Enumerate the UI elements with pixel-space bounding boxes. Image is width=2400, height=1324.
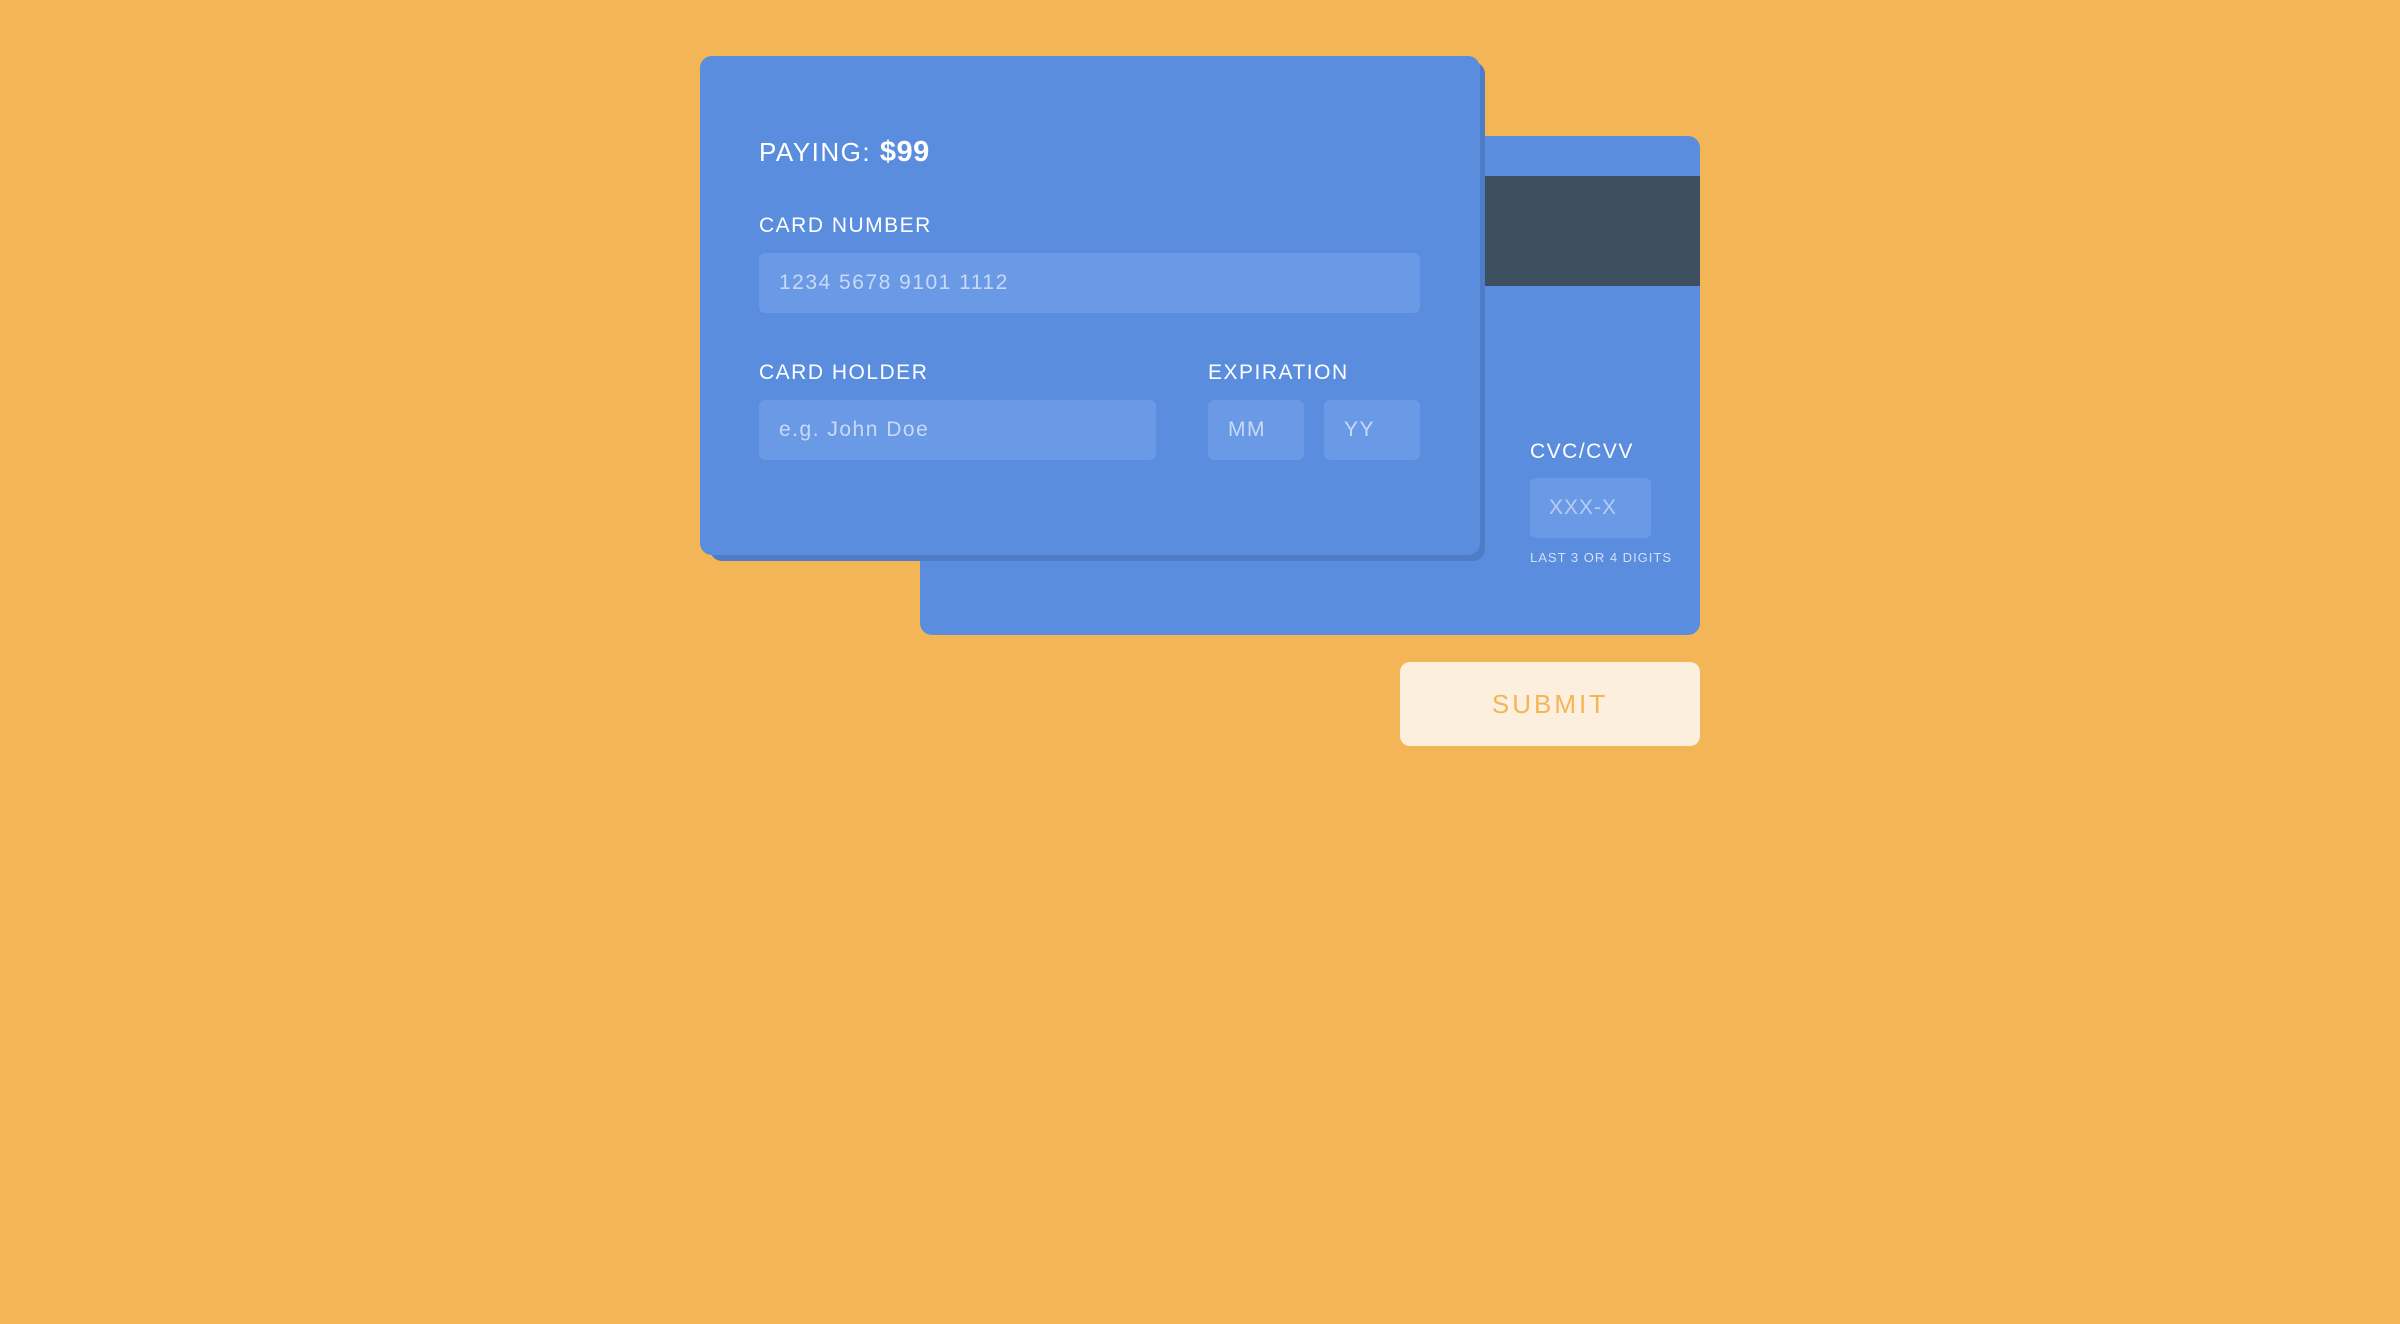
- cvc-input[interactable]: [1530, 478, 1651, 538]
- card-holder-input[interactable]: [759, 400, 1156, 460]
- expiration-year-input[interactable]: [1324, 400, 1420, 460]
- paying-amount: $99: [879, 136, 930, 168]
- paying-label: PAYING:: [759, 137, 872, 167]
- card-holder-label: CARD HOLDER: [759, 361, 929, 384]
- submit-button[interactable]: SUBMIT: [1400, 662, 1700, 746]
- cvc-hint: LAST 3 OR 4 DIGITS: [1530, 550, 1673, 565]
- expiration-month-input[interactable]: [1208, 400, 1304, 460]
- payment-form: CVC/CVV LAST 3 OR 4 DIGITS PAYING: $99 C…: [0, 0, 2400, 1324]
- card-number-input[interactable]: [759, 253, 1420, 313]
- paying-summary: PAYING: $99: [759, 136, 930, 169]
- card-front: PAYING: $99 CARD NUMBER CARD HOLDER EXPI…: [700, 56, 1480, 555]
- card-number-label: CARD NUMBER: [759, 214, 932, 237]
- cvc-label: CVC/CVV: [1530, 440, 1634, 463]
- expiration-label: EXPIRATION: [1208, 361, 1349, 384]
